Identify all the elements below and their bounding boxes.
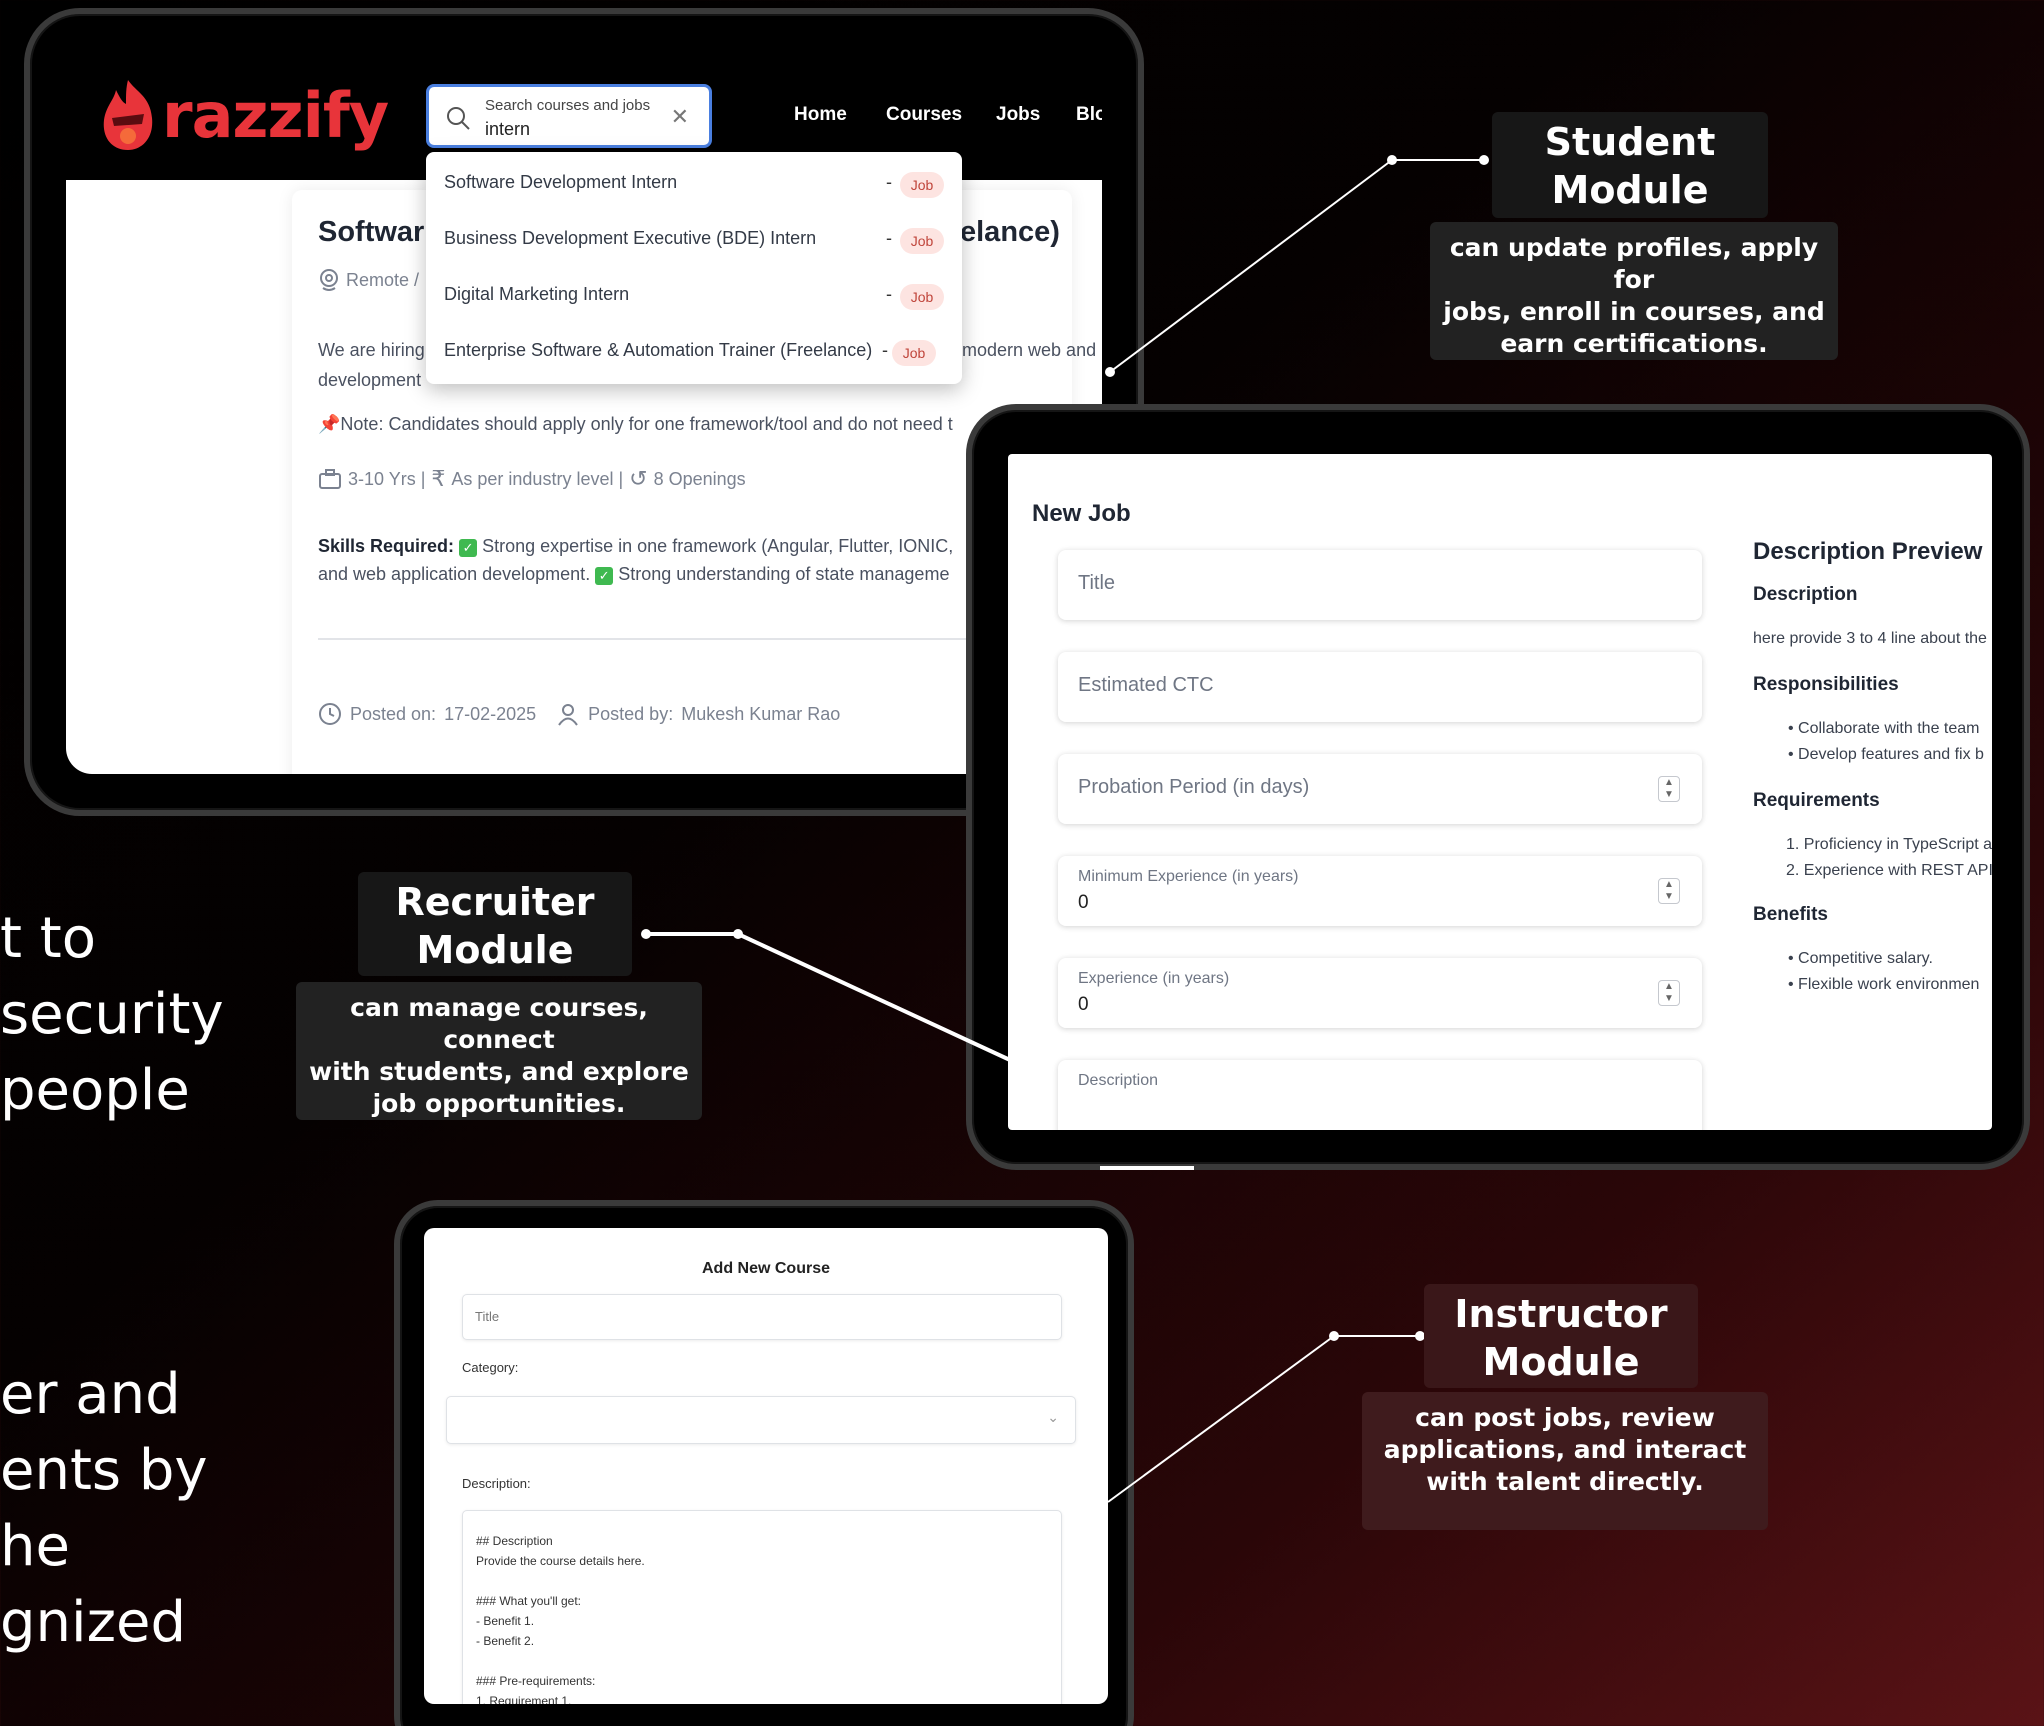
connector-dot	[641, 929, 651, 939]
desc-line: earn certifications.	[1500, 329, 1768, 358]
desc-line: applications, and interact	[1383, 1435, 1747, 1464]
desc-line: with students, and explore	[309, 1057, 689, 1086]
instructor-connector	[1107, 1335, 1335, 1503]
connector-dot	[733, 929, 743, 939]
connector-dot	[1387, 155, 1397, 165]
recruiter-module-title: Recruiter Module	[358, 872, 632, 976]
title-line: Recruiter	[395, 880, 595, 924]
title-line: Module	[1482, 1340, 1640, 1384]
student-connector	[1109, 159, 1393, 373]
instructor-module-description: can post jobs, review applications, and …	[1362, 1392, 1768, 1530]
desc-line: with talent directly.	[1426, 1467, 1704, 1496]
student-module-title: Student Module	[1492, 112, 1768, 218]
title-line: Module	[416, 928, 574, 972]
connector-dot	[1329, 1331, 1339, 1341]
desc-line: can post jobs, review	[1415, 1403, 1715, 1432]
title-line: Module	[1551, 168, 1709, 212]
connector-dot	[1105, 367, 1115, 377]
student-module-description: can update profiles, apply for jobs, enr…	[1430, 222, 1838, 360]
connector-dot	[1479, 155, 1489, 165]
recruiter-connector	[737, 932, 1011, 1062]
desc-line: job opportunities.	[372, 1089, 626, 1118]
desc-line: can manage courses, connect	[350, 993, 648, 1054]
title-line: Student	[1544, 120, 1716, 164]
instructor-module-title: Instructor Module	[1424, 1284, 1698, 1388]
desc-line: can update profiles, apply for	[1449, 233, 1819, 294]
desc-line: jobs, enroll in courses, and	[1443, 297, 1825, 326]
title-line: Instructor	[1454, 1292, 1668, 1336]
recruiter-module-description: can manage courses, connect with student…	[296, 982, 702, 1120]
